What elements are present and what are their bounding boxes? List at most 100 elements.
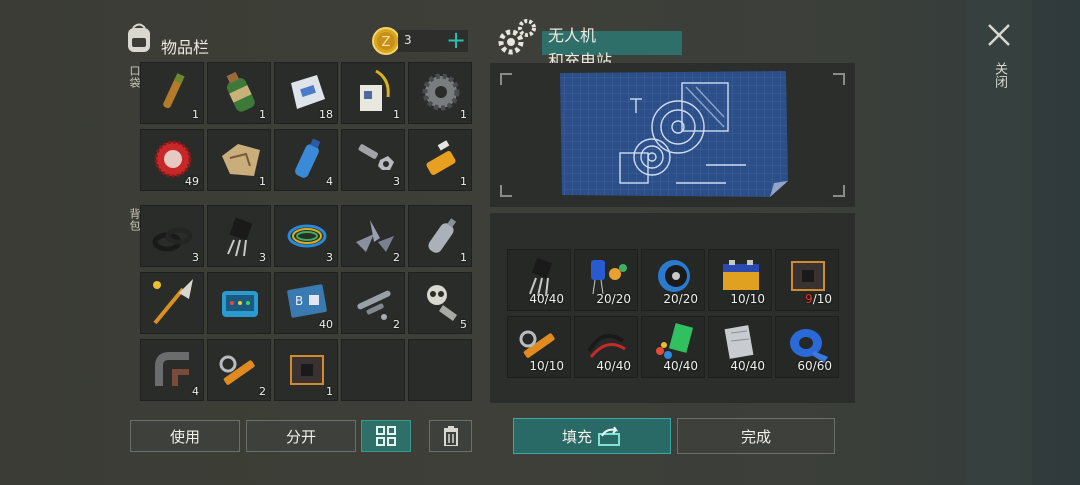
- requirement-slot[interactable]: 40/40: [574, 316, 638, 378]
- hydraulic-icon: [219, 355, 255, 385]
- requirement-count: 40/40: [596, 359, 631, 373]
- inventory-slot[interactable]: 1: [274, 339, 338, 401]
- inventory-slot[interactable]: 2: [207, 339, 271, 401]
- requirement-count-short: 9/10: [805, 292, 832, 306]
- item-count: 1: [393, 108, 400, 121]
- close-icon: [988, 24, 1010, 46]
- item-count: 1: [460, 175, 467, 188]
- use-button[interactable]: 使用: [130, 420, 240, 452]
- frame-corner: [833, 185, 845, 197]
- inventory-slot[interactable]: 1: [341, 62, 405, 124]
- close-button[interactable]: 关闭: [984, 20, 1014, 100]
- blueprint-image: [560, 71, 788, 197]
- inventory-slot[interactable]: B 40: [274, 272, 338, 334]
- spear-icon: [153, 279, 193, 325]
- frame-corner: [833, 73, 845, 85]
- fill-button[interactable]: 填充: [513, 418, 671, 454]
- inventory-slot[interactable]: 3: [140, 205, 204, 267]
- split-button[interactable]: 分开: [246, 420, 356, 452]
- requirement-slot[interactable]: 9/10: [775, 249, 839, 311]
- requirement-slot[interactable]: 40/40: [507, 249, 571, 311]
- inventory-slot[interactable]: 18: [274, 62, 338, 124]
- svg-text:B: B: [295, 294, 303, 308]
- item-count: 3: [393, 175, 400, 188]
- inventory-slot[interactable]: [140, 272, 204, 334]
- inventory-slot[interactable]: 2: [341, 205, 405, 267]
- requirement-count: 20/20: [596, 292, 631, 306]
- map-scrap-icon: [222, 144, 260, 176]
- item-count: 1: [259, 108, 266, 121]
- id-badge-icon: [360, 69, 390, 111]
- requirement-slot[interactable]: 10/10: [708, 249, 772, 311]
- requirement-count: 20/20: [663, 292, 698, 306]
- inventory-slot[interactable]: 3: [341, 129, 405, 191]
- inventory-slot[interactable]: 4: [140, 339, 204, 401]
- item-count: 40: [319, 318, 333, 331]
- fill-arrow-icon: [598, 426, 620, 446]
- inventory-slot[interactable]: 1: [140, 62, 204, 124]
- inventory-slot[interactable]: 1: [207, 62, 271, 124]
- item-count: 3: [259, 251, 266, 264]
- requirement-count: 40/40: [529, 292, 564, 306]
- backpack-icon: [128, 23, 150, 52]
- backpack-grid: 3 3 3 2 1 B 40 2 5 4 2 1: [140, 205, 474, 405]
- item-count: 18: [319, 108, 333, 121]
- requirement-slot[interactable]: 20/20: [574, 249, 638, 311]
- inventory-slot[interactable]: [207, 272, 271, 334]
- trash-button[interactable]: [429, 420, 472, 452]
- coin-icon: Z: [372, 27, 400, 55]
- requirement-slot[interactable]: 40/40: [708, 316, 772, 378]
- inventory-slot-empty[interactable]: [408, 339, 472, 401]
- close-label: 关闭: [992, 62, 1007, 88]
- item-count: 2: [393, 251, 400, 264]
- inventory-slot[interactable]: 3: [207, 205, 271, 267]
- svg-text:Z: Z: [382, 35, 391, 50]
- done-button[interactable]: 完成: [677, 418, 835, 454]
- plastic-bottle-icon: [428, 218, 457, 253]
- canteen-icon: [226, 71, 255, 112]
- requirements-panel: 40/40 20/20 20/20 10/10 9/10 10/10 40/40: [490, 213, 855, 403]
- inventory-slot[interactable]: 3: [274, 205, 338, 267]
- requirement-slot[interactable]: 40/40: [641, 316, 705, 378]
- pipe-parts-icon: [357, 290, 391, 320]
- inventory-slot[interactable]: 49: [140, 129, 204, 191]
- item-count: 2: [393, 318, 400, 331]
- item-count: 1: [460, 108, 467, 121]
- inventory-slot[interactable]: 1: [408, 62, 472, 124]
- item-count: 49: [185, 175, 199, 188]
- item-count: 1: [326, 385, 333, 398]
- inventory-slot[interactable]: 5: [408, 272, 472, 334]
- item-count: 1: [192, 108, 199, 121]
- requirement-count: 10/10: [730, 292, 765, 306]
- pipe-elbow-icon: [155, 352, 189, 386]
- add-coins-button[interactable]: +: [444, 27, 468, 53]
- inventory-slot[interactable]: 1: [408, 129, 472, 191]
- inventory-slot[interactable]: 2: [341, 272, 405, 334]
- inventory-slot[interactable]: 1: [207, 129, 271, 191]
- inventory-slot[interactable]: 4: [274, 129, 338, 191]
- fill-label: 填充: [561, 427, 592, 446]
- requirement-count: 60/60: [797, 359, 832, 373]
- grid-icon: [376, 426, 396, 446]
- inventory-slot-empty[interactable]: [341, 339, 405, 401]
- requirement-count: 40/40: [663, 359, 698, 373]
- gears-icon: [498, 19, 536, 55]
- item-count: 4: [326, 175, 333, 188]
- item-count: 1: [259, 175, 266, 188]
- inventory-slot[interactable]: 1: [408, 205, 472, 267]
- pocket-grid: 1 1 18 1 1 49 1 4 3 1: [140, 62, 474, 196]
- requirement-count: 10/10: [529, 359, 564, 373]
- required-amount: /10: [812, 292, 832, 306]
- shortage-amount: 9: [805, 292, 813, 306]
- wire-coil-icon: [287, 224, 327, 248]
- requirement-slot[interactable]: 20/20: [641, 249, 705, 311]
- requirement-slot[interactable]: 60/60: [775, 316, 839, 378]
- requirement-slot[interactable]: 10/10: [507, 316, 571, 378]
- metal-shards-icon: [356, 220, 394, 252]
- requirement-count: 40/40: [730, 359, 765, 373]
- sort-grid-button[interactable]: [361, 420, 411, 452]
- glue-tube-icon: [426, 140, 456, 175]
- water-bottle-icon: [295, 138, 321, 178]
- transistor-icon: [227, 217, 253, 257]
- inventory-title: 物品栏: [161, 38, 210, 57]
